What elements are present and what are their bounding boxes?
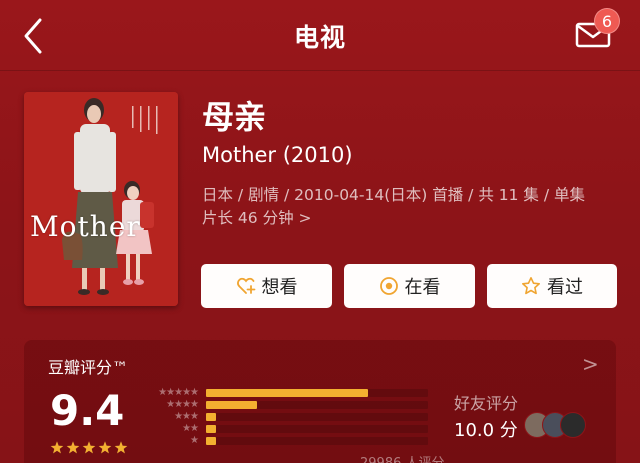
rating-header: 豆瓣评分™ bbox=[48, 358, 129, 377]
distribution-star-label: ★★ bbox=[182, 423, 199, 434]
want-to-watch-button[interactable]: 想看 bbox=[201, 264, 332, 308]
chevron-right-icon[interactable]: > bbox=[582, 352, 599, 376]
show-title: 母亲 bbox=[202, 98, 267, 136]
heart-plus-icon bbox=[236, 277, 255, 294]
distribution-star-label: ★★★ bbox=[174, 411, 199, 422]
want-to-watch-label: 想看 bbox=[261, 277, 298, 298]
star-outline-icon bbox=[521, 276, 541, 295]
friend-rating-score: 10.0 分 bbox=[454, 420, 518, 441]
rating-distribution: ★★★★★ ★★★★ ★★★ ★★ ★ bbox=[144, 387, 434, 457]
watched-button[interactable]: 看过 bbox=[487, 264, 617, 308]
meta-line-2: 片长 46 分钟 bbox=[202, 209, 294, 227]
meta-line-2-wrap: 片长 46 分钟 > bbox=[202, 207, 622, 230]
avatar bbox=[560, 412, 586, 438]
distribution-track bbox=[206, 425, 428, 433]
nav-divider bbox=[0, 70, 640, 71]
distribution-track bbox=[206, 437, 428, 445]
nav-bar: 电视 6 bbox=[0, 0, 640, 70]
friend-avatars[interactable] bbox=[524, 412, 594, 440]
show-subtitle: Mother (2010) bbox=[202, 143, 353, 167]
notification-badge: 6 bbox=[594, 8, 620, 34]
friend-rating-label: 好友评分 bbox=[454, 394, 519, 413]
show-meta[interactable]: 日本 / 剧情 / 2010-04-14(日本) 首播 / 共 11 集 / 单… bbox=[202, 184, 622, 230]
distribution-bar bbox=[206, 389, 368, 397]
poster-image[interactable] bbox=[24, 92, 178, 306]
watching-label: 在看 bbox=[404, 277, 441, 298]
star-filled-icon bbox=[114, 441, 128, 454]
distribution-star-label: ★★★★★ bbox=[158, 387, 199, 398]
distribution-star-label: ★★★★ bbox=[166, 399, 199, 410]
meta-line-1: 日本 / 剧情 / 2010-04-14(日本) 首播 / 共 11 集 / 单… bbox=[202, 186, 585, 204]
watching-button[interactable]: 在看 bbox=[344, 264, 475, 308]
star-filled-icon bbox=[66, 441, 80, 454]
star-filled-icon bbox=[82, 441, 96, 454]
vote-count: 29986 人评分 bbox=[360, 452, 445, 463]
screen: 电视 6 Mother 母亲 Mother (2010) 日本 / 剧情 / 2… bbox=[0, 0, 640, 463]
watched-label: 看过 bbox=[547, 277, 583, 298]
target-icon bbox=[379, 277, 398, 295]
star-filled-icon bbox=[50, 441, 64, 454]
poster-illustration bbox=[24, 92, 178, 306]
distribution-track bbox=[206, 413, 428, 421]
page-title: 电视 bbox=[293, 23, 346, 52]
poster-title-text: Mother bbox=[30, 210, 141, 243]
rating-score: 9.4 bbox=[50, 386, 125, 435]
distribution-bar bbox=[206, 437, 216, 445]
rating-card[interactable]: 豆瓣评分™ > 9.4 ★★★★★★★★★★★★★★★ 29986 人评分 bbox=[24, 340, 616, 463]
distribution-star-label: ★ bbox=[190, 435, 199, 446]
distribution-bar bbox=[206, 401, 257, 409]
star-filled-icon bbox=[98, 441, 112, 454]
distribution-bar bbox=[206, 425, 216, 433]
chevron-right-icon: > bbox=[298, 209, 312, 227]
distribution-bar bbox=[206, 413, 216, 421]
